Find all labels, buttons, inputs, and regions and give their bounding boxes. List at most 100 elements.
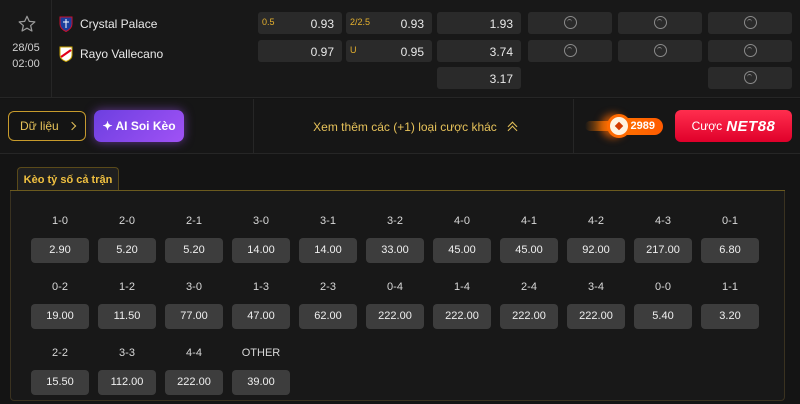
lock-icon	[654, 44, 667, 57]
total-under-odd[interactable]: U 0.95	[346, 40, 432, 62]
bet-net88-button[interactable]: Cược NET88	[675, 110, 792, 142]
1x2-away-odd[interactable]: 3.74	[437, 40, 521, 62]
crystal-palace-crest-icon	[59, 16, 73, 32]
score-label: 2-1	[186, 215, 202, 227]
match-time: 02:00	[12, 58, 40, 70]
score-label: 1-2	[119, 281, 135, 293]
home-team: Crystal Palace	[58, 14, 157, 34]
score-option: 1-4 222.00	[433, 281, 491, 329]
star-icon[interactable]	[17, 14, 37, 34]
score-label: 3-0	[186, 281, 202, 293]
1x2-draw-odd[interactable]: 3.17	[437, 67, 521, 89]
score-odd-button[interactable]: 77.00	[165, 304, 223, 329]
locked-market-cell	[618, 12, 702, 34]
score-label: 4-1	[521, 215, 537, 227]
score-label: 4-2	[588, 215, 604, 227]
score-odd-button[interactable]: 92.00	[567, 238, 625, 263]
score-option: 1-0 2.90	[31, 215, 89, 263]
score-label: 4-4	[186, 347, 202, 359]
rayo-vallecano-crest-icon	[59, 46, 73, 62]
score-label: 0-2	[52, 281, 68, 293]
score-option: 2-0 5.20	[98, 215, 156, 263]
double-chevron-up-icon	[507, 121, 517, 133]
score-label: 2-4	[521, 281, 537, 293]
lock-icon	[564, 44, 577, 57]
lock-icon	[654, 16, 667, 29]
score-odd-button[interactable]: 222.00	[567, 304, 625, 329]
score-odd-button[interactable]: 6.80	[701, 238, 759, 263]
handicap-away-odd[interactable]: 0.97	[258, 40, 342, 62]
locked-market-cell	[708, 12, 792, 34]
chevron-right-icon	[67, 121, 77, 131]
score-label: 1-0	[52, 215, 68, 227]
lock-icon	[744, 44, 757, 57]
score-odd-button[interactable]: 19.00	[31, 304, 89, 329]
score-option: 0-4 222.00	[366, 281, 424, 329]
score-odd-button[interactable]: 39.00	[232, 370, 290, 395]
net88-logo: NET88	[726, 117, 776, 135]
score-odd-button[interactable]: 3.20	[701, 304, 759, 329]
score-odd-button[interactable]: 45.00	[500, 238, 558, 263]
score-odd-button[interactable]: 14.00	[299, 238, 357, 263]
score-option: 4-4 222.00	[165, 347, 223, 395]
divider	[253, 99, 254, 154]
score-label: 3-3	[119, 347, 135, 359]
ai-analysis-button[interactable]: ✦ AI Soi Kèo	[94, 110, 184, 142]
lock-icon	[744, 16, 757, 29]
football-icon	[607, 114, 631, 138]
score-odd-button[interactable]: 112.00	[98, 370, 156, 395]
ball-counter-badge[interactable]: 2989	[585, 113, 665, 139]
tab-correct-score[interactable]: Kèo tỷ số cả trận	[17, 167, 119, 191]
locked-market-cell	[708, 40, 792, 62]
score-option: 4-1 45.00	[500, 215, 558, 263]
score-option: 0-1 6.80	[701, 215, 759, 263]
match-row: 28/05 02:00 Crystal Palace Rayo Vallecan…	[0, 0, 800, 98]
handicap-line: 0.5	[262, 17, 275, 27]
away-team-name: Rayo Vallecano	[80, 47, 164, 61]
score-odd-button[interactable]: 5.20	[98, 238, 156, 263]
divider	[573, 99, 574, 154]
score-odd-button[interactable]: 5.40	[634, 304, 692, 329]
locked-market-cell	[528, 12, 612, 34]
match-date: 28/05	[12, 42, 40, 54]
score-label: 1-3	[253, 281, 269, 293]
score-odd-button[interactable]: 222.00	[366, 304, 424, 329]
score-option: 1-3 47.00	[232, 281, 290, 329]
data-button[interactable]: Dữ liệu	[8, 111, 86, 141]
away-team: Rayo Vallecano	[58, 44, 163, 64]
score-odd-button[interactable]: 45.00	[433, 238, 491, 263]
more-bet-types-link[interactable]: Xem thêm các (+1) loại cược khác	[300, 118, 530, 136]
score-odd-button[interactable]: 222.00	[500, 304, 558, 329]
score-label: 1-1	[722, 281, 738, 293]
score-odd-button[interactable]: 62.00	[299, 304, 357, 329]
score-option: 2-4 222.00	[500, 281, 558, 329]
score-label: OTHER	[241, 347, 281, 359]
handicap-home-odd[interactable]: 0.5 0.93	[258, 12, 342, 34]
score-option: 3-3 112.00	[98, 347, 156, 395]
total-over-odd[interactable]: 2/2.5 0.93	[346, 12, 432, 34]
score-label: 3-0	[253, 215, 269, 227]
score-option: 2-1 5.20	[165, 215, 223, 263]
score-label: 1-4	[454, 281, 470, 293]
home-team-name: Crystal Palace	[80, 17, 158, 31]
score-odd-button[interactable]: 47.00	[232, 304, 290, 329]
score-option: 1-1 3.20	[701, 281, 759, 329]
score-odd-button[interactable]: 222.00	[433, 304, 491, 329]
score-odd-button[interactable]: 217.00	[634, 238, 692, 263]
score-odd-button[interactable]: 2.90	[31, 238, 89, 263]
score-odd-button[interactable]: 15.50	[31, 370, 89, 395]
score-odd-button[interactable]: 33.00	[366, 238, 424, 263]
score-label: 0-4	[387, 281, 403, 293]
score-option: 3-0 14.00	[232, 215, 290, 263]
score-option: 3-4 222.00	[567, 281, 625, 329]
score-odd-button[interactable]: 222.00	[165, 370, 223, 395]
score-odd-button[interactable]: 5.20	[165, 238, 223, 263]
score-odd-button[interactable]: 14.00	[232, 238, 290, 263]
score-option: 4-3 217.00	[634, 215, 692, 263]
score-label: 0-0	[655, 281, 671, 293]
1x2-home-odd[interactable]: 1.93	[437, 12, 521, 34]
score-label: 3-4	[588, 281, 604, 293]
correct-score-panel: 1-0 2.90 2-0 5.20 2-1 5.20 3-0 14.00 3-1 14.00 3-2…	[10, 191, 785, 401]
score-option: 3-0 77.00	[165, 281, 223, 329]
score-odd-button[interactable]: 11.50	[98, 304, 156, 329]
